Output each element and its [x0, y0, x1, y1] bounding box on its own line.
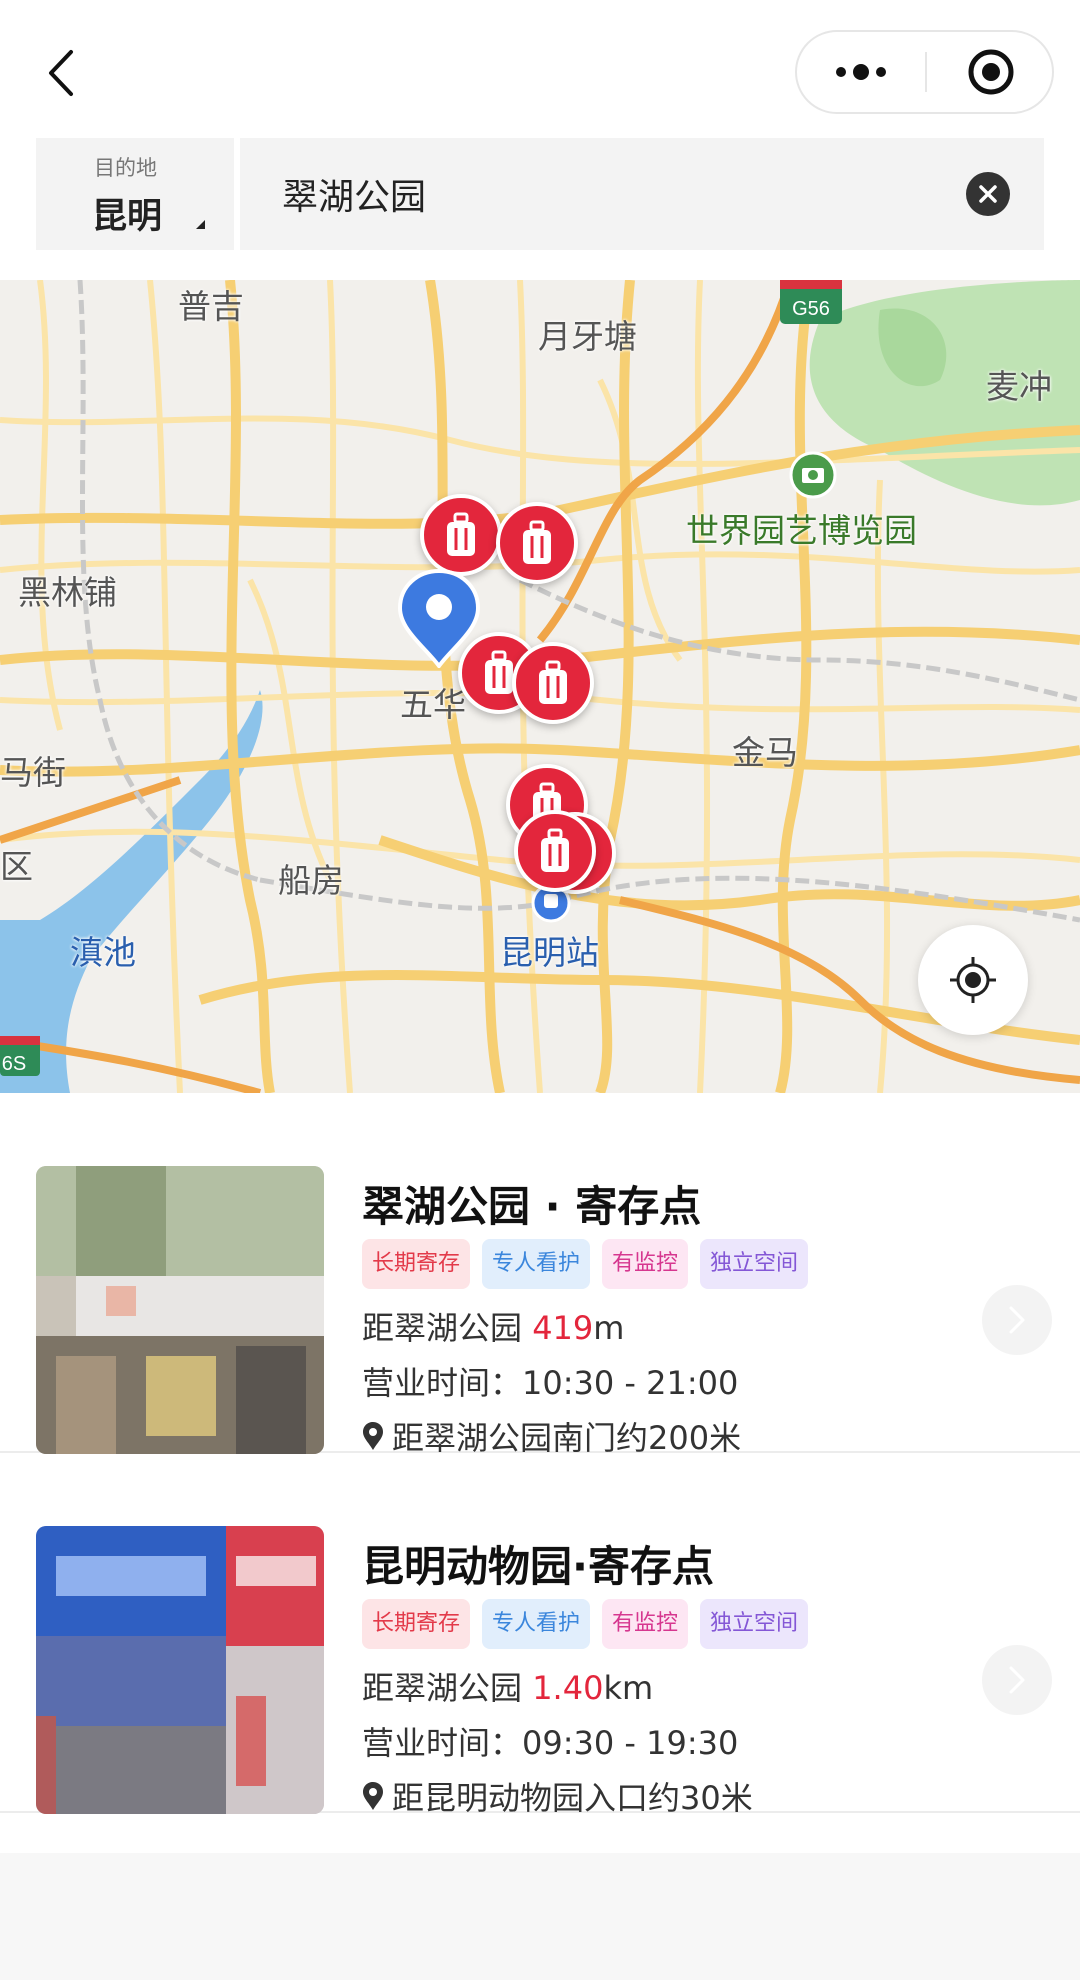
- clear-search-button[interactable]: [966, 172, 1010, 216]
- destination-city: 昆明: [92, 197, 163, 237]
- close-miniprogram-button[interactable]: [927, 32, 1054, 112]
- target-circle-icon: [968, 49, 1013, 95]
- destination-label: 目的地: [94, 156, 157, 180]
- place-label-puji: 普吉: [178, 287, 244, 326]
- place-label-majie: 马街: [0, 753, 66, 792]
- result-address: 距昆明动物园入口约30米: [362, 1773, 753, 1819]
- chevron-left-icon: [49, 50, 73, 96]
- result-tags: 长期寄存 专人看护 有监控 独立空间: [362, 1239, 809, 1289]
- result-hours: 营业时间：09:30 - 19:30: [362, 1724, 739, 1762]
- crosshair-icon: [950, 957, 996, 1003]
- luggage-marker[interactable]: [514, 810, 596, 892]
- search-query: 翠湖公园: [282, 177, 427, 218]
- go-detail-button[interactable]: [982, 1645, 1052, 1715]
- result-hours: 营业时间：10:30 - 21:00: [362, 1364, 739, 1402]
- result-tags: 长期寄存 专人看护 有监控 独立空间: [362, 1599, 809, 1649]
- luggage-icon: [523, 520, 551, 564]
- highway-shield-g56: G56: [780, 280, 842, 324]
- place-label-chuanfang: 船房: [278, 861, 344, 900]
- distance-unit: m: [593, 1309, 625, 1347]
- map-view[interactable]: G56 6S 普吉 月牙塘 麦冲 世界园艺博览园 黑林铺 五华 金马 马街 船房…: [0, 280, 1080, 1093]
- more-dots-icon: [836, 64, 886, 80]
- chevron-right-icon: [1009, 1306, 1025, 1334]
- result-title: 翠湖公园 · 寄存点: [362, 1182, 702, 1231]
- destination-selector[interactable]: 目的地 昆明: [36, 138, 234, 250]
- place-label-expo-garden: 世界园艺博览园: [686, 511, 917, 550]
- place-label-wuhua: 五华: [400, 685, 466, 724]
- results-list: 翠湖公园 · 寄存点 长期寄存 专人看护 有监控 独立空间 距翠湖公园 419m…: [0, 1093, 1080, 1853]
- map-pin-icon: [363, 1422, 383, 1450]
- result-distance: 距翠湖公园 419m: [362, 1303, 624, 1349]
- place-label-heilinpu: 黑林铺: [18, 573, 117, 612]
- distance-unit: km: [603, 1669, 654, 1707]
- distance-value: 419: [532, 1309, 594, 1347]
- tag-long-term: 长期寄存: [362, 1239, 471, 1289]
- place-label-jinma: 金马: [732, 733, 798, 772]
- miniprogram-capsule: [795, 30, 1054, 114]
- place-label-yueyatang: 月牙塘: [538, 317, 637, 356]
- luggage-marker[interactable]: [420, 494, 502, 576]
- distance-prefix: 距翠湖公园: [362, 1669, 533, 1707]
- tag-long-term: 长期寄存: [362, 1599, 471, 1649]
- place-label-dianchi: 滇池: [70, 933, 136, 972]
- search-row: 目的地 昆明 翠湖公园: [0, 138, 1080, 280]
- highway-shield-6s: 6S: [0, 1036, 40, 1076]
- place-label-maichong: 麦冲: [986, 367, 1052, 406]
- result-title: 昆明动物园·寄存点: [362, 1542, 714, 1591]
- search-input[interactable]: 翠湖公园: [240, 138, 1044, 250]
- tag-attended: 专人看护: [482, 1599, 591, 1649]
- luggage-marker[interactable]: [512, 642, 594, 724]
- top-bar: [0, 0, 1080, 138]
- storefront-photo: [36, 1526, 324, 1814]
- tag-monitored: 有监控: [602, 1239, 689, 1289]
- place-label-qu: 区: [0, 847, 33, 886]
- more-button[interactable]: [797, 32, 925, 112]
- camera-poi-icon: [789, 451, 837, 499]
- tag-monitored: 有监控: [602, 1599, 689, 1649]
- map-pin-icon: [363, 1782, 383, 1810]
- luggage-icon: [541, 828, 569, 872]
- shield-label-6s: 6S: [2, 1053, 26, 1075]
- place-label-kunming-station: 昆明站: [500, 933, 599, 972]
- chevron-right-icon: [1009, 1666, 1025, 1694]
- go-detail-button[interactable]: [982, 1285, 1052, 1355]
- tag-attended: 专人看护: [482, 1239, 591, 1289]
- result-distance: 距翠湖公园 1.40km: [362, 1663, 653, 1709]
- distance-prefix: 距翠湖公园: [362, 1309, 533, 1347]
- caret-down-icon: [196, 220, 205, 229]
- distance-value: 1.40: [532, 1669, 604, 1707]
- shield-label-g56: G56: [792, 298, 830, 320]
- close-icon: [979, 185, 997, 203]
- tag-private-space: 独立空间: [700, 1599, 809, 1649]
- back-button[interactable]: [30, 40, 90, 106]
- locate-me-button[interactable]: [918, 925, 1028, 1035]
- list-item[interactable]: 昆明动物园·寄存点 长期寄存 专人看护 有监控 独立空间 距翠湖公园 1.40k…: [0, 1453, 1080, 1817]
- luggage-icon: [485, 650, 513, 694]
- luggage-icon: [539, 660, 567, 704]
- storefront-photo: [36, 1166, 324, 1454]
- tag-private-space: 独立空间: [700, 1239, 809, 1289]
- luggage-marker[interactable]: [496, 502, 578, 584]
- location-pin-icon: [397, 568, 481, 668]
- address-text: 距昆明动物园入口约30米: [392, 1779, 753, 1817]
- luggage-icon: [447, 512, 475, 556]
- list-item[interactable]: 翠湖公园 · 寄存点 长期寄存 专人看护 有监控 独立空间 距翠湖公园 419m…: [0, 1093, 1080, 1457]
